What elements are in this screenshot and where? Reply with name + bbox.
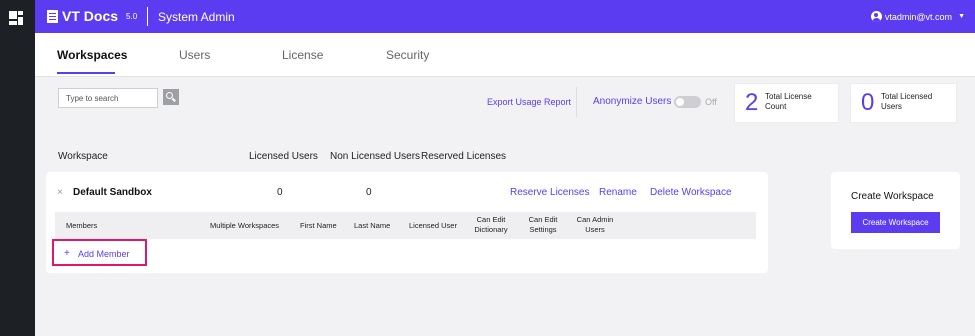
add-member-label: Add Member: [78, 249, 130, 259]
delete-workspace-link[interactable]: Delete Workspace: [650, 187, 732, 198]
document-icon: [47, 9, 58, 23]
create-workspace-panel: Create Workspace Create Workspace: [831, 172, 960, 249]
collapse-icon[interactable]: ×: [57, 187, 63, 198]
create-workspace-button[interactable]: Create Workspace: [851, 212, 940, 233]
avatar-icon: [870, 11, 882, 22]
column-header-non-licensed-users: Non Licensed Users: [330, 151, 421, 162]
search-input[interactable]: [58, 88, 158, 108]
non-licensed-users-value: 0: [366, 187, 372, 198]
search-button[interactable]: [163, 89, 179, 105]
member-column-first-name: First Name: [300, 221, 337, 230]
tab-workspaces[interactable]: Workspaces: [57, 48, 127, 62]
tab-users[interactable]: Users: [179, 48, 210, 62]
member-column-can-admin-users: Can Admin Users: [576, 215, 614, 234]
stat-value: 2: [745, 89, 759, 116]
reserve-licenses-link[interactable]: Reserve Licenses: [510, 187, 589, 198]
workspace-row: × Default Sandbox 0 0 Reserve Licenses R…: [46, 172, 768, 273]
plus-icon: +: [64, 248, 70, 259]
rename-link[interactable]: Rename: [599, 187, 637, 198]
user-email: vtadmin@vt.com: [884, 11, 953, 22]
workspace-name: Default Sandbox: [73, 187, 152, 198]
stat-label: Total License Count: [765, 92, 812, 111]
member-column-can-edit-settings: Can Edit Settings: [528, 215, 558, 234]
member-column-licensed-user: Licensed User: [409, 221, 457, 230]
stat-card-licensed-users: 0 Total Licensed Users: [850, 83, 957, 123]
member-column-multiple-workspaces: Multiple Workspaces: [210, 221, 280, 230]
members-table-header: Members Multiple Workspaces First Name L…: [55, 212, 756, 239]
active-tab-indicator: [57, 72, 115, 74]
member-column-last-name: Last Name: [354, 221, 391, 230]
brand[interactable]: VT Docs 5.0: [47, 8, 137, 24]
header-divider: [147, 7, 148, 26]
export-usage-report-link[interactable]: Export Usage Report: [487, 97, 571, 107]
column-header-workspace: Workspace: [58, 151, 108, 162]
member-column-can-edit-dictionary: Can Edit Dictionary: [474, 215, 508, 234]
left-rail: [0, 0, 35, 336]
stat-label: Total Licensed Users: [881, 92, 933, 111]
column-header-reserved-licenses: Reserved Licenses: [421, 151, 507, 162]
toggle-state-label: Off: [705, 97, 717, 107]
anonymize-users-toggle[interactable]: [674, 96, 701, 108]
column-header-licensed-users: Licensed Users: [249, 151, 318, 162]
stat-value: 0: [861, 89, 875, 116]
member-column-members: Members: [66, 221, 98, 230]
tab-bar: Workspaces Users License Security: [35, 33, 975, 77]
licensed-users-value: 0: [277, 187, 283, 198]
chevron-down-icon: ▼: [958, 13, 965, 20]
toolbar-divider: [576, 87, 577, 117]
app-logo-icon[interactable]: [9, 11, 23, 25]
add-member-button[interactable]: + Add Member: [52, 239, 147, 266]
tab-license[interactable]: License: [282, 48, 323, 62]
stat-card-license-count: 2 Total License Count: [734, 83, 839, 123]
brand-name: VT Docs: [62, 8, 119, 24]
create-workspace-title: Create Workspace: [851, 191, 934, 202]
brand-version: 5.0: [126, 11, 138, 21]
tab-security[interactable]: Security: [386, 48, 429, 62]
app-title: System Admin: [158, 10, 235, 24]
anonymize-users-label: Anonymize Users: [593, 96, 672, 107]
user-menu[interactable]: vtadmin@vt.com ▼: [870, 11, 965, 22]
top-bar: VT Docs 5.0 System Admin vtadmin@vt.com …: [35, 0, 975, 33]
